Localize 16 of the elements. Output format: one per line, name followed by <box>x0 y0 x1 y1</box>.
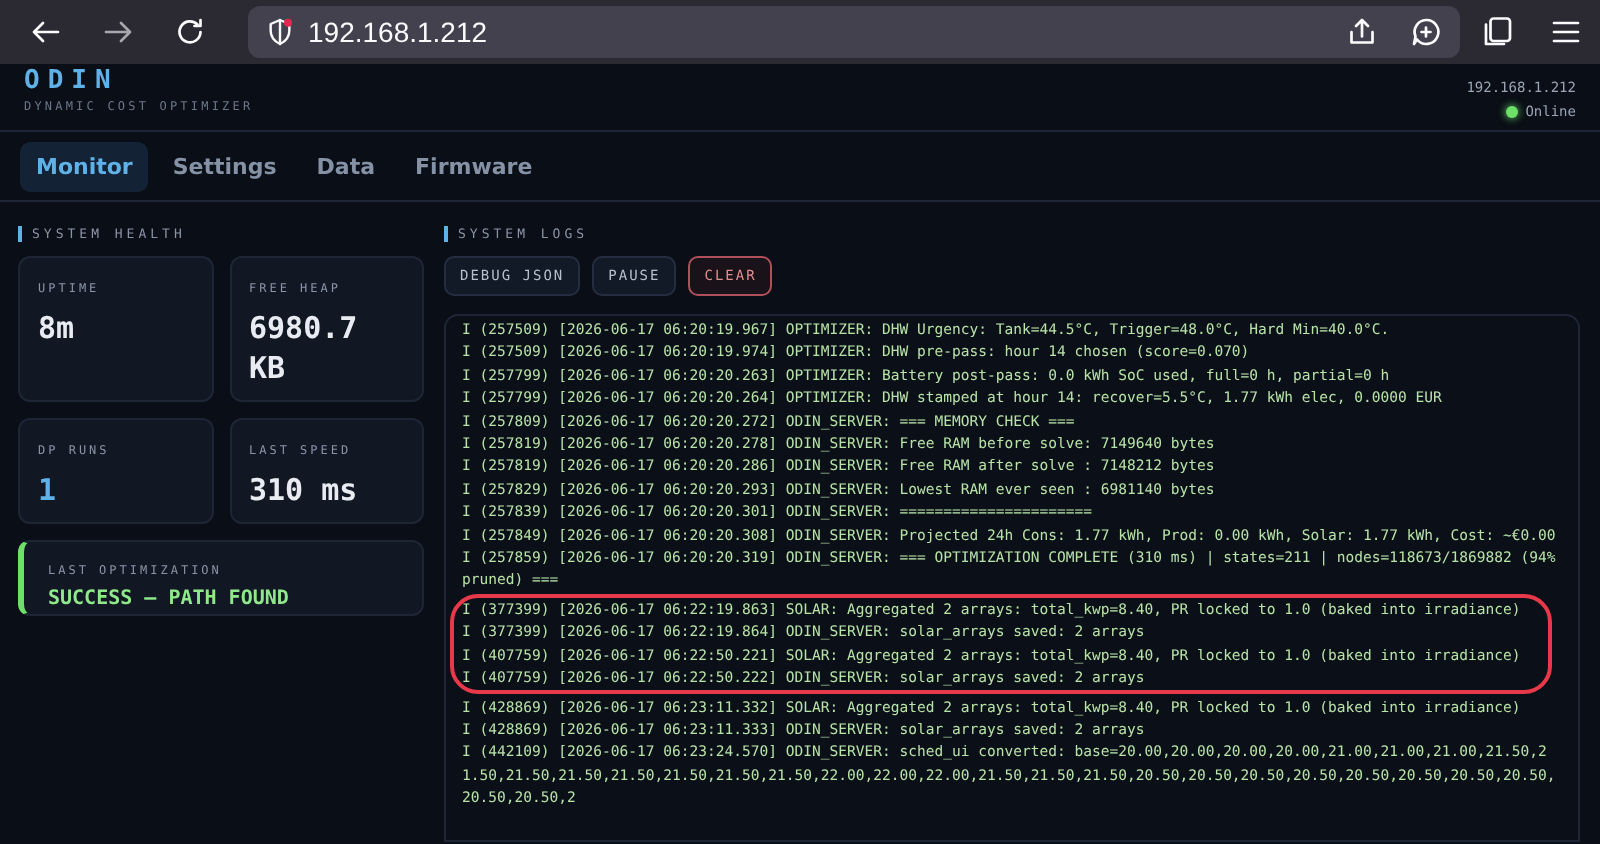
nav-tab[interactable]: Monitor <box>20 141 149 191</box>
stat-value: 1 <box>38 470 59 510</box>
shield-icon[interactable] <box>264 16 296 48</box>
nav-tab[interactable]: Firmware <box>399 141 549 191</box>
stat-value: 310 ms <box>249 470 360 510</box>
stat-value: 6980.7 KB <box>249 308 360 388</box>
address-bar[interactable]: 192.168.1.212 <box>308 16 488 48</box>
stat-value: 8m <box>38 308 77 348</box>
reload-icon[interactable] <box>172 14 208 50</box>
share-icon[interactable] <box>1344 14 1380 50</box>
nav-tab[interactable]: Settings <box>156 141 293 191</box>
tabs-icon[interactable] <box>1480 14 1516 50</box>
app-title: ODIN <box>24 66 121 96</box>
chat-icon[interactable] <box>1408 14 1444 50</box>
result-value: SUCCESS — PATH FOUND <box>48 588 291 610</box>
nav-tab[interactable]: Data <box>300 141 392 191</box>
